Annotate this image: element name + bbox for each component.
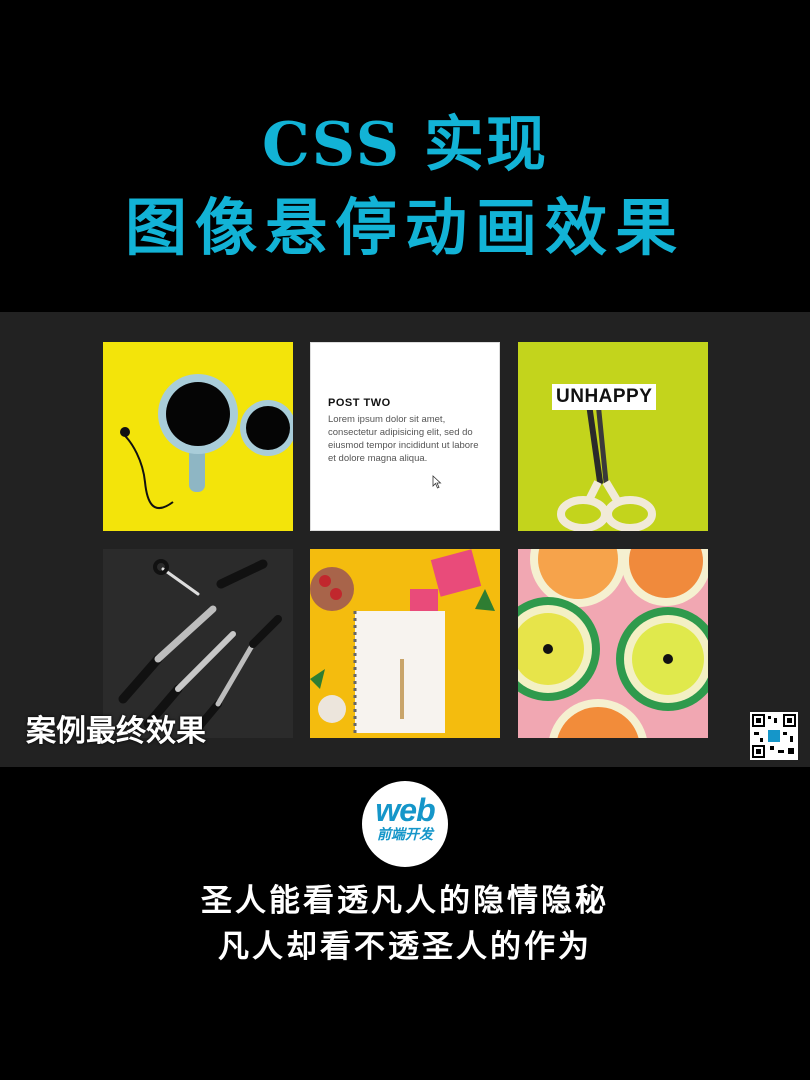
logo-main-text: web — [375, 792, 435, 828]
unhappy-label: UNHAPPY — [552, 384, 657, 410]
mouse-cursor-icon — [432, 475, 442, 489]
citrus-slices-image[interactable] — [518, 549, 708, 738]
post-body: Lorem ipsum dolor sit amet, consectetur … — [328, 414, 479, 464]
notebook-gifts-image[interactable] — [310, 549, 500, 738]
demo-panel: POST TWO Lorem ipsum dolor sit amet, con… — [0, 312, 810, 767]
post-card-content: POST TWO Lorem ipsum dolor sit amet, con… — [328, 397, 484, 465]
qr-code — [750, 712, 798, 760]
notebook-illustration — [310, 549, 495, 733]
scissors-illustration — [557, 394, 656, 531]
web-logo: web 前端开发 — [362, 781, 448, 867]
quote: 圣人能看透凡人的隐情隐秘 凡人却看不透圣人的作为 — [0, 878, 810, 970]
title-line-1: CSS 实现 — [262, 110, 548, 180]
case-caption: 案例最终效果 — [26, 714, 206, 749]
unhappy-scissors-image[interactable]: UNHAPPY — [518, 342, 708, 531]
citrus-illustration — [518, 549, 708, 738]
logo-sub-text: 前端开发 — [377, 827, 433, 843]
post-title: POST TWO — [328, 397, 391, 409]
coffee-cups-image[interactable] — [103, 342, 293, 531]
coffee-cups-illustration — [120, 374, 293, 510]
quote-line-2: 凡人却看不透圣人的作为 — [218, 929, 592, 965]
page: CSS 实现 图像悬停动画效果 POST TWO Lorem ipsum dol… — [0, 0, 810, 1080]
quote-line-1: 圣人能看透凡人的隐情隐秘 — [201, 883, 609, 919]
post-card[interactable]: POST TWO Lorem ipsum dolor sit amet, con… — [310, 342, 500, 531]
title-line-2: 图像悬停动画效果 — [124, 191, 685, 264]
page-title: CSS 实现 图像悬停动画效果 — [0, 105, 810, 271]
